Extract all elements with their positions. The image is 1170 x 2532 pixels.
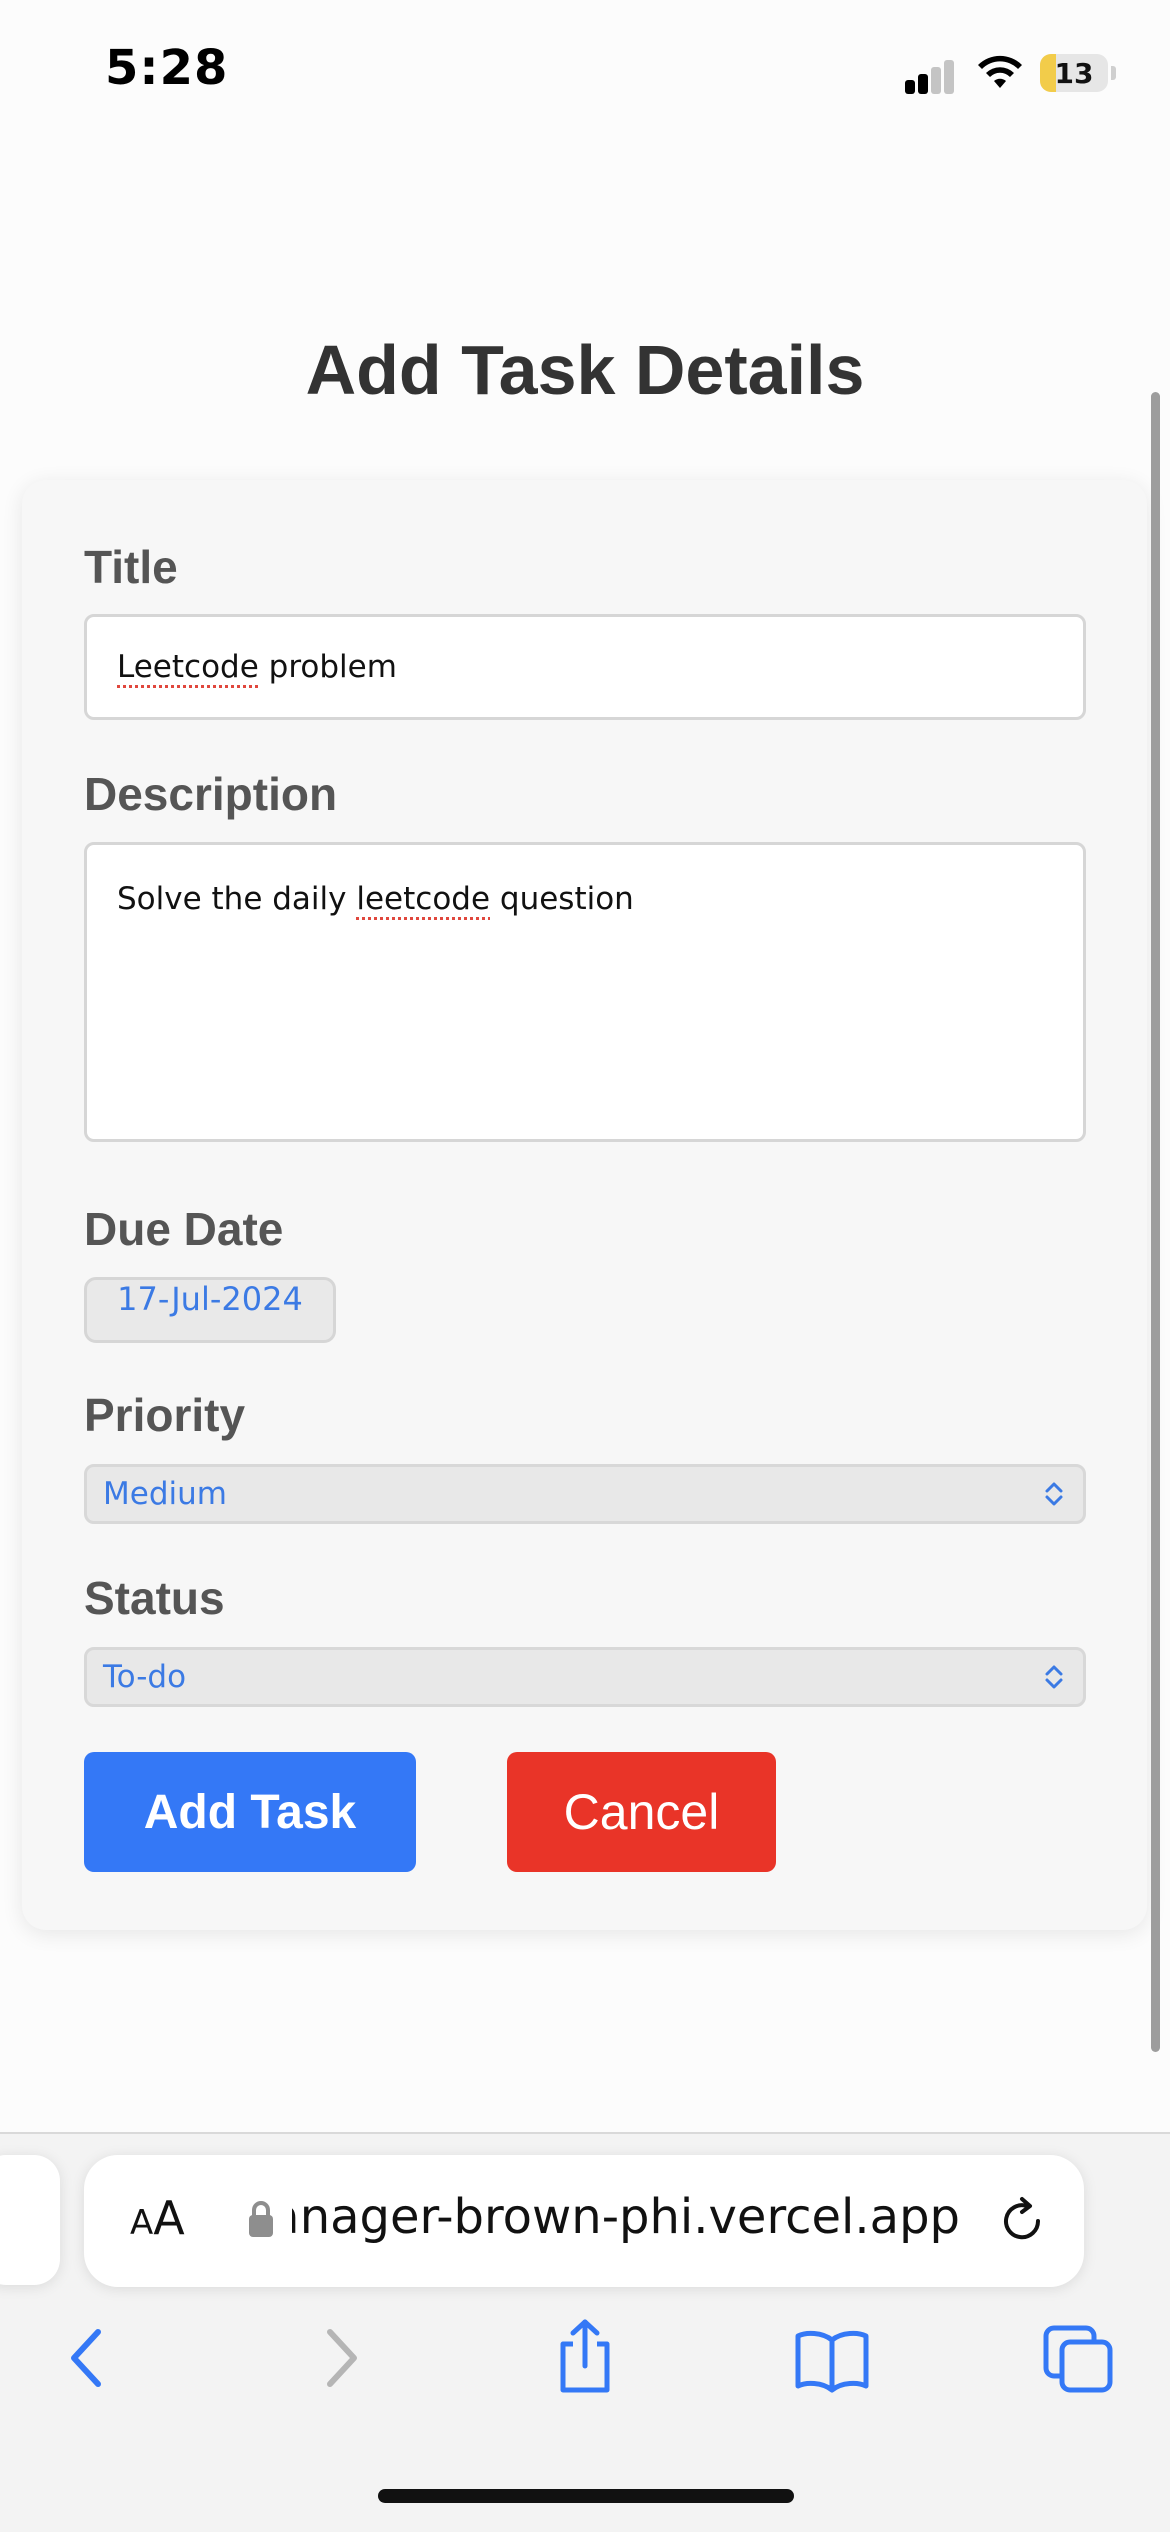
wifi-icon bbox=[978, 55, 1022, 88]
title-flagged-word: Leetcode bbox=[117, 649, 259, 685]
due-date-label: Due Date bbox=[84, 1203, 284, 1255]
text-size-button[interactable]: AA bbox=[130, 2191, 185, 2245]
forward-icon[interactable] bbox=[300, 2318, 380, 2398]
description-flagged-word: leetcode bbox=[356, 881, 491, 917]
priority-select[interactable]: Medium bbox=[84, 1464, 1086, 1524]
status-label: Status bbox=[84, 1572, 225, 1624]
previous-tab-peek[interactable] bbox=[0, 2155, 60, 2285]
bookmarks-icon[interactable] bbox=[792, 2318, 872, 2398]
due-date-picker[interactable]: 17-Jul-2024 bbox=[84, 1277, 336, 1343]
priority-label: Priority bbox=[84, 1389, 246, 1441]
cancel-button[interactable]: Cancel bbox=[507, 1752, 776, 1872]
chevron-up-down-icon bbox=[1045, 1665, 1063, 1689]
battery-icon: 13 bbox=[1040, 54, 1108, 92]
share-icon[interactable] bbox=[545, 2318, 625, 2398]
description-text-start: Solve the daily bbox=[117, 881, 357, 917]
cellular-signal-icon bbox=[905, 54, 955, 94]
reload-icon[interactable] bbox=[994, 2193, 1050, 2249]
status-select[interactable]: To-do bbox=[84, 1647, 1086, 1707]
clock: 5:28 bbox=[105, 40, 229, 96]
url-text: anager-brown-phi.vercel.app bbox=[292, 2189, 960, 2245]
battery-nub bbox=[1111, 66, 1116, 80]
lock-icon bbox=[249, 2201, 273, 2237]
scroll-indicator[interactable] bbox=[1151, 392, 1160, 2052]
address-bar[interactable]: AA anager-brown-phi.vercel.app bbox=[84, 2155, 1084, 2287]
tabs-icon[interactable] bbox=[1040, 2318, 1120, 2398]
status-bar: 5:28 13 bbox=[0, 0, 1170, 150]
title-input[interactable]: Leetcode problem bbox=[84, 614, 1086, 720]
description-label: Description bbox=[84, 768, 338, 820]
back-icon[interactable] bbox=[50, 2318, 130, 2398]
title-label: Title bbox=[84, 541, 178, 593]
description-textarea[interactable]: Solve the daily leetcode question bbox=[84, 842, 1086, 1142]
url-container: anager-brown-phi.vercel.app bbox=[292, 2155, 960, 2287]
battery-level: 13 bbox=[1054, 57, 1094, 90]
home-indicator[interactable] bbox=[378, 2489, 794, 2503]
priority-value: Medium bbox=[103, 1476, 227, 1512]
page-title: Add Task Details bbox=[305, 331, 865, 409]
description-text-end: question bbox=[490, 881, 634, 917]
status-value: To-do bbox=[103, 1659, 187, 1695]
add-task-button[interactable]: Add Task bbox=[84, 1752, 416, 1872]
title-value-rest: problem bbox=[258, 649, 397, 685]
chevron-up-down-icon bbox=[1045, 1482, 1063, 1506]
